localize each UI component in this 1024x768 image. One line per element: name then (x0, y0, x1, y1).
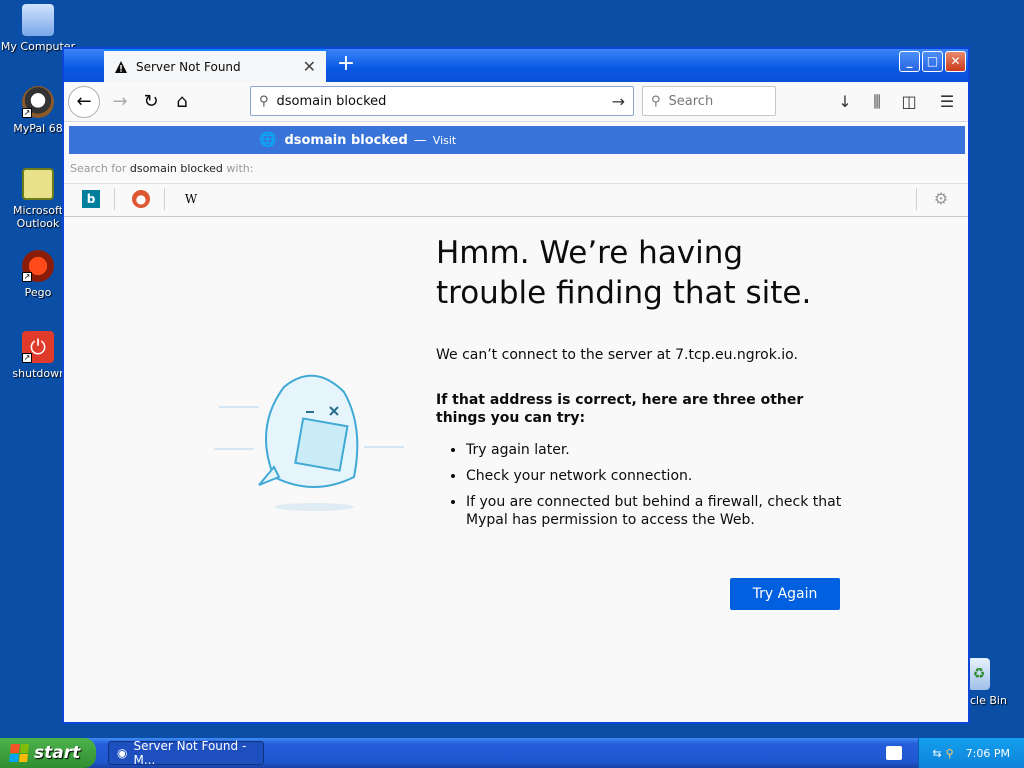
sidebar-icon[interactable]: ◫ (896, 88, 922, 116)
navigation-toolbar: ← → ↻ ⌂ ⚲ dsomain blocked → ⚲ Search ↓ ⫼… (64, 82, 968, 122)
go-arrow-icon[interactable]: → (612, 92, 625, 111)
recycle-bin-icon: ♻ (968, 658, 990, 690)
list-item: Try again later. (466, 441, 856, 459)
system-tray: ⇆ ⚲ 7:06 PM (918, 738, 1024, 768)
wikipedia-icon[interactable]: W (182, 190, 200, 208)
divider (164, 188, 165, 210)
windows-logo-icon (9, 744, 29, 762)
new-tab-button[interactable]: + (334, 53, 358, 77)
menu-icon[interactable]: ☰ (934, 88, 960, 116)
tab-title: Server Not Found (136, 59, 241, 74)
desktop-icon-my-computer[interactable]: My Computer (0, 4, 76, 53)
search-bar[interactable]: ⚲ Search (642, 86, 776, 116)
window-controls: _ □ ✕ (899, 51, 966, 72)
forward-button[interactable]: → (106, 88, 134, 116)
dinosaur-illustration (214, 374, 404, 511)
globe-icon: 🌐 (259, 132, 277, 148)
minimize-button[interactable]: _ (899, 51, 920, 72)
network-icon[interactable]: ⇆ (932, 747, 941, 760)
error-subheading: If that address is correct, here are thr… (436, 392, 804, 426)
search-icon: ⚲ (651, 93, 661, 109)
taskbar: start ◉ Server Not Found - M... ⇆ ⚲ 7:06… (0, 738, 1024, 768)
start-label: start (34, 743, 81, 763)
clock: 7:06 PM (965, 746, 1010, 760)
error-page: Hmm. We’re having trouble finding that s… (64, 217, 968, 722)
power-icon: ⏻ ↗ (22, 331, 54, 363)
error-heading: Hmm. We’re having trouble finding that s… (436, 235, 812, 311)
list-item: If you are connected but behind a firewa… (466, 493, 856, 529)
suggestion-row-visit[interactable]: 🌐 dsomain blocked — Visit (69, 126, 965, 154)
reload-button[interactable]: ↻ (137, 88, 165, 116)
search-for-label: Search for dsomain blocked with: (70, 162, 254, 175)
error-message-box: Hmm. We’re having trouble finding that s… (436, 233, 856, 537)
title-bar: Server Not Found ✕ + _ □ ✕ (64, 49, 968, 82)
tab-server-not-found[interactable]: Server Not Found ✕ (104, 49, 326, 82)
taskbar-item-browser[interactable]: ◉ Server Not Found - M... (108, 739, 264, 767)
duckduckgo-icon[interactable]: ● (132, 190, 150, 208)
suggestion-action: Visit (432, 133, 457, 147)
divider (114, 188, 115, 210)
raccoon-icon: ◉ (117, 746, 128, 760)
url-autocomplete-popup: 🌐 dsomain blocked — Visit Search for dso… (64, 123, 968, 217)
search-engine-bar: b ● W ⚙ (64, 183, 968, 215)
search-icon: ⚲ (259, 93, 269, 109)
search-tray-icon[interactable]: ⚲ (946, 747, 954, 760)
browser-window: Server Not Found ✕ + _ □ ✕ ← → ↻ ⌂ ⚲ dso… (62, 47, 970, 724)
close-window-button[interactable]: ✕ (945, 51, 966, 72)
gear-icon[interactable]: ⚙ (932, 190, 950, 208)
start-button[interactable]: start (0, 738, 96, 768)
search-placeholder: Search (668, 93, 714, 109)
tips-list: Try again later. Check your network conn… (436, 441, 856, 529)
taskbar-item-label: Server Not Found - M... (133, 739, 247, 767)
library-icon[interactable]: ⫼ (864, 88, 890, 116)
back-button[interactable]: ← (68, 86, 100, 118)
downloads-icon[interactable]: ↓ (832, 88, 858, 116)
url-bar[interactable]: ⚲ dsomain blocked → (250, 86, 634, 116)
keyboard-icon[interactable] (886, 746, 902, 760)
tab-close-icon[interactable]: ✕ (303, 57, 316, 76)
computer-icon (22, 4, 54, 36)
try-again-button[interactable]: Try Again (730, 578, 840, 610)
home-button[interactable]: ⌂ (168, 88, 196, 116)
suggestion-text: dsomain blocked (284, 132, 408, 148)
warning-icon (115, 60, 127, 73)
bing-icon[interactable]: b (82, 190, 100, 208)
outlook-icon (22, 168, 54, 200)
error-description: We can’t connect to the server at 7.tcp.… (436, 347, 798, 363)
url-input[interactable]: dsomain blocked (277, 94, 387, 109)
raccoon-icon: ↗ (22, 86, 54, 118)
pego-icon: ↗ (22, 250, 54, 282)
suggestion-dash: — (413, 132, 427, 148)
maximize-button[interactable]: □ (922, 51, 943, 72)
divider (916, 188, 917, 210)
list-item: Check your network connection. (466, 467, 856, 485)
